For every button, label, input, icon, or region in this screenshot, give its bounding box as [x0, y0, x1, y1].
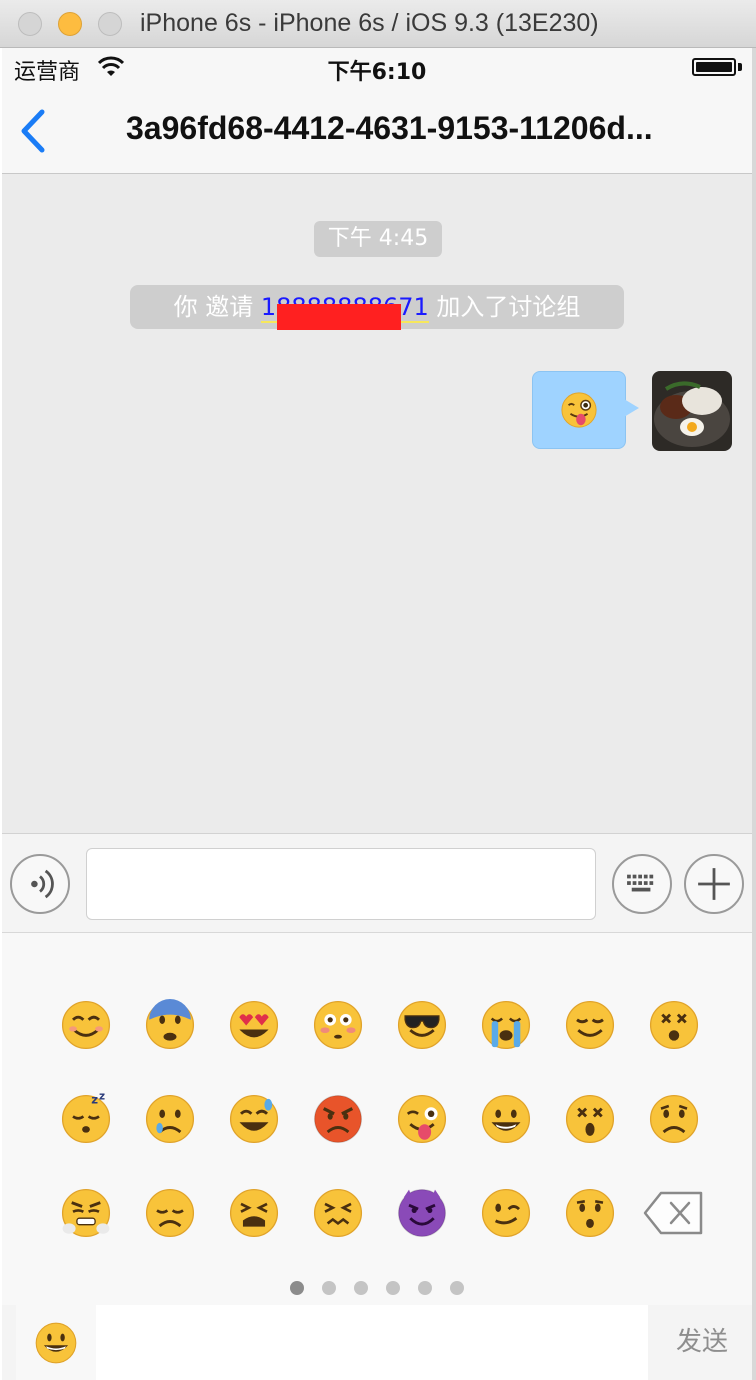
emoji-delete-button[interactable]	[632, 1171, 716, 1255]
grinning-face-icon	[35, 1322, 77, 1363]
page-dot[interactable]	[354, 1281, 368, 1295]
emoji-key[interactable]	[380, 1171, 464, 1255]
voice-input-icon[interactable]	[10, 854, 70, 914]
emoji-key[interactable]	[380, 983, 464, 1067]
smiling-imp-face-icon	[397, 1188, 447, 1238]
astonished-face-icon	[565, 1094, 615, 1144]
emoji-key[interactable]	[128, 1171, 212, 1255]
emoji-page-indicator	[2, 1281, 752, 1295]
system-message-suffix: 加入了讨论组	[428, 293, 581, 321]
window-close-button[interactable]	[18, 12, 42, 36]
page-dot[interactable]	[386, 1281, 400, 1295]
tired-face-icon	[229, 1188, 279, 1238]
send-button[interactable]: 发送	[652, 1305, 752, 1380]
sweat-smile-face-icon	[229, 1094, 279, 1144]
heart-eyes-face-icon	[229, 1000, 279, 1050]
emoji-key[interactable]	[464, 1077, 548, 1161]
window-title: iPhone 6s - iPhone 6s / iOS 9.3 (13E230)	[140, 9, 599, 37]
sunglasses-face-icon	[397, 1000, 447, 1050]
emoji-key[interactable]	[212, 1077, 296, 1161]
page-dot[interactable]	[450, 1281, 464, 1295]
simulator-title-bar: iPhone 6s - iPhone 6s / iOS 9.3 (13E230)	[0, 0, 756, 48]
user-avatar[interactable]	[652, 371, 732, 451]
message-input[interactable]	[86, 848, 596, 920]
emoji-key[interactable]	[464, 1171, 548, 1255]
avatar-food-photo	[652, 371, 732, 451]
flushed-face-icon	[313, 1000, 363, 1050]
loudly-crying-face-icon	[481, 1000, 531, 1050]
emoji-key[interactable]	[212, 1171, 296, 1255]
battery-icon	[692, 58, 736, 76]
hushed-face-icon	[565, 1188, 615, 1238]
input-toolbar	[2, 833, 752, 933]
sleeping-face-icon: zz	[61, 1093, 111, 1144]
disappointed-face-icon	[145, 1188, 195, 1238]
winking-tongue-face-icon	[397, 1094, 447, 1144]
winking-face-icon	[481, 1188, 531, 1238]
window-edge	[752, 48, 756, 1380]
emoji-key[interactable]	[44, 1171, 128, 1255]
window-zoom-button[interactable]	[98, 12, 122, 36]
emoji-key[interactable]	[548, 1077, 632, 1161]
angry-face-icon	[313, 1094, 363, 1144]
emoji-key[interactable]	[380, 1077, 464, 1161]
keyboard-toggle-icon[interactable]	[612, 854, 672, 914]
back-chevron-icon[interactable]	[14, 106, 54, 156]
outgoing-message-bubble[interactable]	[532, 371, 626, 449]
window-minimize-button[interactable]	[58, 12, 82, 36]
system-message: 你 邀请 18888888671 加入了讨论组	[130, 285, 624, 330]
emoji-key[interactable]	[296, 1077, 380, 1161]
dizzy-face-icon	[649, 1000, 699, 1050]
status-time: 下午6:10	[327, 60, 427, 85]
emoji-key[interactable]	[464, 983, 548, 1067]
smiling-face-icon	[61, 1000, 111, 1050]
chat-message-list[interactable]: 下午 4:45 你 邀请 18888888671 加入了讨论组	[2, 175, 752, 833]
emoji-key[interactable]	[632, 1077, 716, 1161]
emoji-key[interactable]: zz	[44, 1077, 128, 1161]
navigation-bar: 3a96fd68-4412-4631-9153-11206d...	[2, 88, 752, 174]
backspace-icon	[643, 1191, 703, 1235]
grinning-face-icon	[481, 1094, 531, 1144]
status-bar: 运营商 下午6:10	[2, 48, 752, 88]
emoji-key[interactable]	[212, 983, 296, 1067]
bubble-tail	[624, 399, 639, 417]
battery-tip	[738, 63, 742, 71]
page-dot[interactable]	[290, 1281, 304, 1295]
fearful-face-icon	[145, 999, 195, 1050]
emoji-keyboard: zz	[2, 933, 752, 1305]
emoji-bottom-bar: 发送	[2, 1305, 752, 1380]
page-dot[interactable]	[418, 1281, 432, 1295]
worried-face-icon	[649, 1094, 699, 1144]
winking-tongue-face-icon	[561, 392, 597, 428]
emoji-key[interactable]	[548, 983, 632, 1067]
crying-face-icon	[145, 1094, 195, 1144]
page-dot[interactable]	[322, 1281, 336, 1295]
bottom-bar-spacer	[96, 1305, 648, 1380]
confounded-face-icon	[313, 1188, 363, 1238]
emoji-key[interactable]	[44, 983, 128, 1067]
svg-text:z: z	[99, 1093, 105, 1103]
system-message-prefix: 你 邀请	[173, 293, 261, 321]
emoji-key[interactable]	[548, 1171, 632, 1255]
emoji-category-tab[interactable]	[16, 1305, 96, 1380]
emoji-key[interactable]	[632, 983, 716, 1067]
emoji-key[interactable]	[296, 983, 380, 1067]
conversation-title: 3a96fd68-4412-4631-9153-11206d...	[126, 110, 653, 146]
invited-phone-link[interactable]: 18888888671	[260, 293, 429, 330]
emoji-key[interactable]	[128, 1077, 212, 1161]
relieved-face-icon	[565, 1000, 615, 1050]
triumph-face-icon	[61, 1188, 111, 1238]
emoji-key[interactable]	[296, 1171, 380, 1255]
message-timestamp: 下午 4:45	[314, 221, 442, 257]
device-screen: 运营商 下午6:10 3a96fd68-4412-4631-9153-11206…	[2, 48, 752, 1380]
emoji-key[interactable]	[128, 983, 212, 1067]
svg-text:z: z	[91, 1093, 98, 1106]
redaction-bar	[276, 304, 401, 330]
more-options-plus-icon[interactable]	[684, 854, 744, 914]
